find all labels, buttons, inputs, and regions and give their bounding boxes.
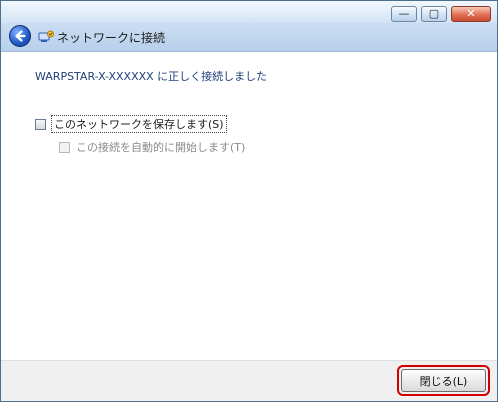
maximize-button[interactable]: ▢ — [421, 6, 447, 22]
save-network-checkbox[interactable] — [35, 118, 46, 130]
save-network-label[interactable]: このネットワークを保存します(S) — [51, 115, 227, 133]
close-icon: ✕ — [466, 7, 476, 20]
caption-buttons: — ▢ ✕ — [391, 6, 491, 22]
dialog-footer: 閉じる(L) — [1, 360, 497, 401]
dialog-content: WARPSTAR-X-XXXXXX に正しく接続しました このネットワークを保存… — [1, 52, 497, 361]
close-button[interactable]: 閉じる(L) — [401, 369, 486, 392]
connect-to-network-dialog: — ▢ ✕ ネットワークに接続 WARPSTAR-X-XXXXXX に正しく接続… — [0, 0, 498, 402]
minimize-icon: — — [398, 7, 410, 20]
back-arrow-icon — [15, 30, 26, 42]
auto-start-connection-label: この接続を自動的に開始します(T) — [76, 141, 246, 154]
dialog-title: ネットワークに接続 — [57, 31, 166, 45]
minimize-button[interactable]: — — [391, 6, 417, 22]
maximize-icon: ▢ — [428, 7, 440, 20]
auto-start-connection-option: この接続を自動的に開始します(T) — [59, 139, 245, 155]
auto-start-connection-checkbox — [59, 141, 70, 153]
back-button[interactable] — [9, 25, 31, 47]
window-chrome: — ▢ ✕ ネットワークに接続 — [1, 1, 497, 52]
connection-status-text: WARPSTAR-X-XXXXXX に正しく接続しました — [35, 70, 268, 83]
close-window-button[interactable]: ✕ — [451, 6, 491, 22]
network-connect-icon — [37, 28, 55, 46]
save-network-option[interactable]: このネットワークを保存します(S) — [35, 115, 227, 133]
